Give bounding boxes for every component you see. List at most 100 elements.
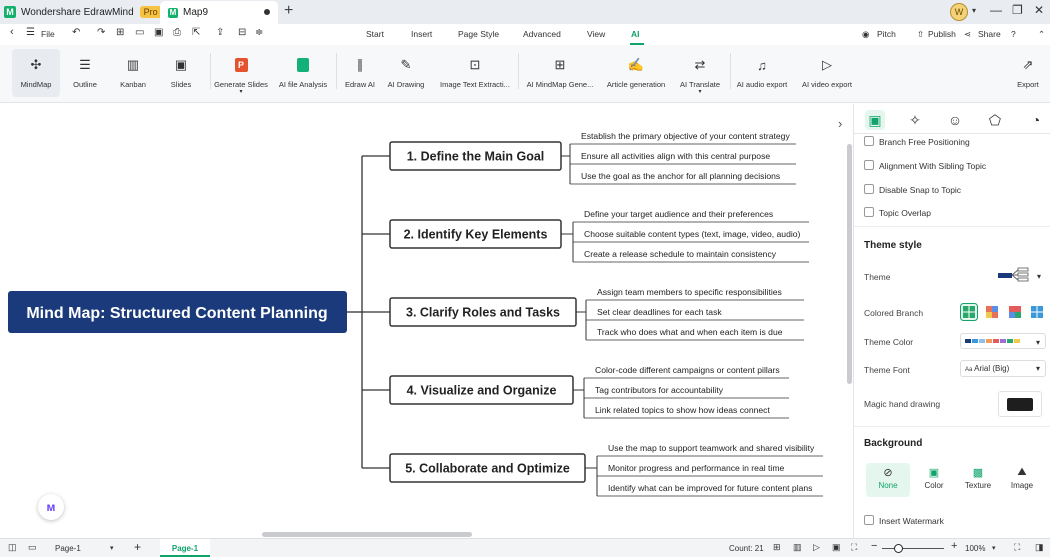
ai-drawing-button[interactable]: ✎ AI Drawing xyxy=(384,49,428,97)
vertical-scrollbar[interactable] xyxy=(847,144,852,384)
open-icon[interactable]: ▭ xyxy=(135,27,144,38)
fit-page-icon[interactable]: ⊞ xyxy=(773,542,781,553)
book-view-icon[interactable]: ▥ xyxy=(793,542,802,553)
disable-snap-checkbox[interactable] xyxy=(864,184,874,194)
chevron-down-icon[interactable]: ▾ xyxy=(972,6,976,15)
hamburger-icon[interactable]: ☰ xyxy=(26,27,35,38)
view-outline-button[interactable]: ☰ Outline xyxy=(64,49,106,97)
menu-advanced[interactable]: Advanced xyxy=(523,29,561,39)
subtopic-label[interactable]: Use the goal as the anchor for all plann… xyxy=(581,171,780,181)
page-select[interactable]: Page-1 xyxy=(55,544,81,553)
background-image-option[interactable]: ⛰ Image xyxy=(1000,463,1044,497)
alignment-sibling-checkbox[interactable] xyxy=(864,160,874,170)
zoom-in-icon[interactable]: + xyxy=(951,540,957,552)
zoom-out-icon[interactable]: − xyxy=(871,540,877,552)
avatar[interactable]: W xyxy=(950,3,968,21)
zoom-slider-handle[interactable] xyxy=(894,544,903,553)
subtopic-label[interactable]: Identify what can be improved for future… xyxy=(608,483,812,493)
share-icon[interactable]: ⋖ xyxy=(964,29,971,40)
menu-view[interactable]: View xyxy=(587,29,605,39)
subtopic-label[interactable]: Define your target audience and their pr… xyxy=(584,209,773,219)
theme-font-select[interactable]: Aa Arial (Big) ▾ xyxy=(960,360,1046,377)
zoom-slider-track[interactable] xyxy=(882,548,944,549)
app-tab[interactable]: M Wondershare EdrawMind Pro xyxy=(4,0,162,24)
publish-icon[interactable]: ⇧ xyxy=(917,29,924,40)
zoom-level[interactable]: 100% xyxy=(965,544,985,553)
magic-hand-drawing-toggle[interactable] xyxy=(998,391,1042,417)
insert-watermark-checkbox[interactable] xyxy=(864,515,874,525)
theme-color-select[interactable]: ▾ xyxy=(960,333,1046,349)
more-icon[interactable]: ≑ xyxy=(255,27,263,38)
subtopic-label[interactable]: Monitor progress and performance in real… xyxy=(608,463,784,473)
menu-start[interactable]: Start xyxy=(366,29,384,39)
back-icon[interactable]: ‹ xyxy=(10,26,14,38)
share-quick-icon[interactable]: ⇪ xyxy=(216,27,224,38)
file-menu[interactable]: File xyxy=(41,29,55,39)
horizontal-scrollbar[interactable] xyxy=(262,532,472,537)
subtopic-label[interactable]: Link related topics to show how ideas co… xyxy=(595,405,770,415)
generate-slides-button[interactable]: P Generate Slides ▾ xyxy=(212,49,270,97)
chevron-down-icon[interactable]: ▾ xyxy=(992,544,996,552)
background-texture-option[interactable]: ▩ Texture xyxy=(956,463,1000,497)
view-kanban-button[interactable]: ▥ Kanban xyxy=(112,49,154,97)
image-text-extraction-button[interactable]: ⊡ Image Text Extracti... xyxy=(438,49,512,97)
ai-video-export-button[interactable]: ▷ AI video export xyxy=(798,49,856,97)
full-screen-icon[interactable]: ⛶ xyxy=(1014,542,1020,553)
article-generation-button[interactable]: ✍ Article generation xyxy=(604,49,668,97)
view-mindmap-button[interactable]: ✣ MindMap xyxy=(12,49,60,97)
chevron-down-icon[interactable]: ▾ xyxy=(110,544,114,552)
fullscreen-fit-icon[interactable]: ⛶ xyxy=(851,542,857,553)
menu-ai[interactable]: AI xyxy=(631,29,640,39)
save-icon[interactable]: ▣ xyxy=(154,27,163,38)
menu-page-style[interactable]: Page Style xyxy=(458,29,499,39)
ai-mindmap-generate-button[interactable]: ⊞ AI MindMap Gene... xyxy=(524,49,596,97)
collapse-ribbon-icon[interactable]: ⌃ xyxy=(1038,29,1045,40)
ai-file-analysis-button[interactable]: AI file Analysis xyxy=(274,49,332,97)
print-icon[interactable]: ⎙ xyxy=(173,27,181,38)
page-view-icon[interactable]: ▭ xyxy=(28,542,37,553)
format-painter-icon[interactable]: ⊟ xyxy=(238,27,246,38)
branch-free-positioning-checkbox[interactable] xyxy=(864,136,874,146)
collapse-panel-icon[interactable]: ◨ xyxy=(1035,542,1044,553)
ai-assistant-icon[interactable]: ᴍ xyxy=(38,494,64,520)
background-none-option[interactable]: ⊘ None xyxy=(866,463,910,497)
history-tab-icon[interactable]: ◔ xyxy=(1026,110,1046,130)
ai-translate-button[interactable]: ⇄ AI Translate ▾ xyxy=(676,49,724,97)
theme-selector[interactable]: ▾ xyxy=(996,264,1044,288)
ai-sparkle-tab-icon[interactable]: ✧ xyxy=(905,110,925,130)
subtopic-label[interactable]: Use the map to support teamwork and shar… xyxy=(608,443,815,453)
new-icon[interactable]: ⊞ xyxy=(116,27,124,38)
subtopic-label[interactable]: Create a release schedule to maintain co… xyxy=(584,249,777,259)
subtopic-label[interactable]: Track who does what and when each item i… xyxy=(597,327,783,337)
export-menu-icon[interactable]: ⇱ xyxy=(192,27,200,38)
export-button[interactable]: ⇗ Export xyxy=(1010,49,1046,97)
add-page-icon[interactable]: + xyxy=(134,540,141,554)
pitch-icon[interactable]: ◉ xyxy=(862,29,869,40)
subtopic-label[interactable]: Tag contributors for accountability xyxy=(595,385,724,395)
sidebar-toggle-icon[interactable]: ◫ xyxy=(8,542,17,553)
topic-overlap-checkbox[interactable] xyxy=(864,207,874,217)
subtopic-label[interactable]: Choose suitable content types (text, ima… xyxy=(584,229,801,239)
close-icon[interactable]: ✕ xyxy=(1034,3,1044,17)
mindmap-canvas[interactable]: 1. Define the Main Goal Establish the pri… xyxy=(0,104,853,538)
play-icon[interactable]: ▷ xyxy=(813,542,820,553)
presentation-icon[interactable]: ▣ xyxy=(832,542,841,553)
help-icon[interactable]: ? xyxy=(1011,29,1016,39)
view-slides-button[interactable]: ▣ Slides xyxy=(160,49,202,97)
subtopic-label[interactable]: Color-code different campaigns or conten… xyxy=(595,365,780,375)
pitch-button[interactable]: Pitch xyxy=(877,29,896,39)
restore-icon[interactable]: ❐ xyxy=(1012,3,1023,17)
page-tab-active[interactable]: Page-1 xyxy=(160,539,210,557)
unsaved-dot-icon[interactable] xyxy=(264,9,270,15)
menu-insert[interactable]: Insert xyxy=(411,29,432,39)
sticker-tab-icon[interactable]: ☺ xyxy=(945,110,965,130)
subtopic-label[interactable]: Ensure all activities align with this ce… xyxy=(581,151,770,161)
ai-audio-export-button[interactable]: ♫ AI audio export xyxy=(734,49,790,97)
share-button[interactable]: Share xyxy=(978,29,1001,39)
publish-button[interactable]: Publish xyxy=(928,29,956,39)
background-color-option[interactable]: ▣ Color xyxy=(912,463,956,497)
edraw-ai-button[interactable]: ∥ Edraw AI xyxy=(340,49,380,97)
undo-icon[interactable]: ↶ xyxy=(72,27,80,38)
document-tab[interactable]: M Map9 xyxy=(160,1,278,24)
map-format-tab-icon[interactable]: ▣ xyxy=(865,110,885,130)
